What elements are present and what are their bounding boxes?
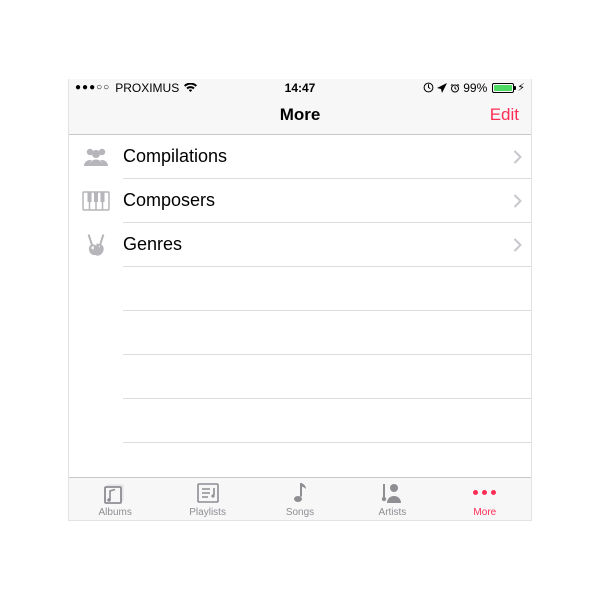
guitars-icon xyxy=(69,233,123,257)
empty-row xyxy=(69,443,531,478)
page-title: More xyxy=(280,105,321,125)
chevron-right-icon xyxy=(503,150,531,164)
tab-songs[interactable]: Songs xyxy=(254,478,346,520)
chevron-right-icon xyxy=(503,238,531,252)
list-item-label: Genres xyxy=(123,234,503,255)
tab-bar: Albums Playlists Songs xyxy=(69,477,531,520)
list-item-genres[interactable]: Genres xyxy=(69,223,531,267)
tab-albums[interactable]: Albums xyxy=(69,478,161,520)
empty-row xyxy=(69,399,531,443)
people-icon xyxy=(69,146,123,168)
playlists-icon xyxy=(196,481,220,505)
tab-label: Albums xyxy=(99,507,132,518)
chevron-right-icon xyxy=(503,194,531,208)
more-list: Compilations Composers xyxy=(69,135,531,478)
albums-icon xyxy=(102,481,128,505)
empty-row xyxy=(69,355,531,399)
empty-row xyxy=(69,267,531,311)
list-item-compilations[interactable]: Compilations xyxy=(69,135,531,179)
list-item-composers[interactable]: Composers xyxy=(69,179,531,223)
edit-button[interactable]: Edit xyxy=(490,96,519,133)
status-bar: ●●●○○ PROXIMUS 14:47 99% ⚡︎ xyxy=(69,79,531,96)
songs-icon xyxy=(291,481,309,505)
tab-playlists[interactable]: Playlists xyxy=(161,478,253,520)
list-item-label: Composers xyxy=(123,190,503,211)
tab-more[interactable]: More xyxy=(439,478,531,520)
tab-label: Playlists xyxy=(189,507,226,518)
empty-row xyxy=(69,311,531,355)
artists-icon xyxy=(380,481,404,505)
status-time: 14:47 xyxy=(69,81,531,95)
more-icon xyxy=(473,481,496,505)
piano-icon xyxy=(69,191,123,211)
navigation-bar: More Edit xyxy=(69,96,531,134)
tab-label: Artists xyxy=(379,507,407,518)
tab-label: Songs xyxy=(286,507,314,518)
list-item-label: Compilations xyxy=(123,146,503,167)
tab-artists[interactable]: Artists xyxy=(346,478,438,520)
battery-icon xyxy=(492,83,514,93)
tab-label: More xyxy=(473,507,496,518)
